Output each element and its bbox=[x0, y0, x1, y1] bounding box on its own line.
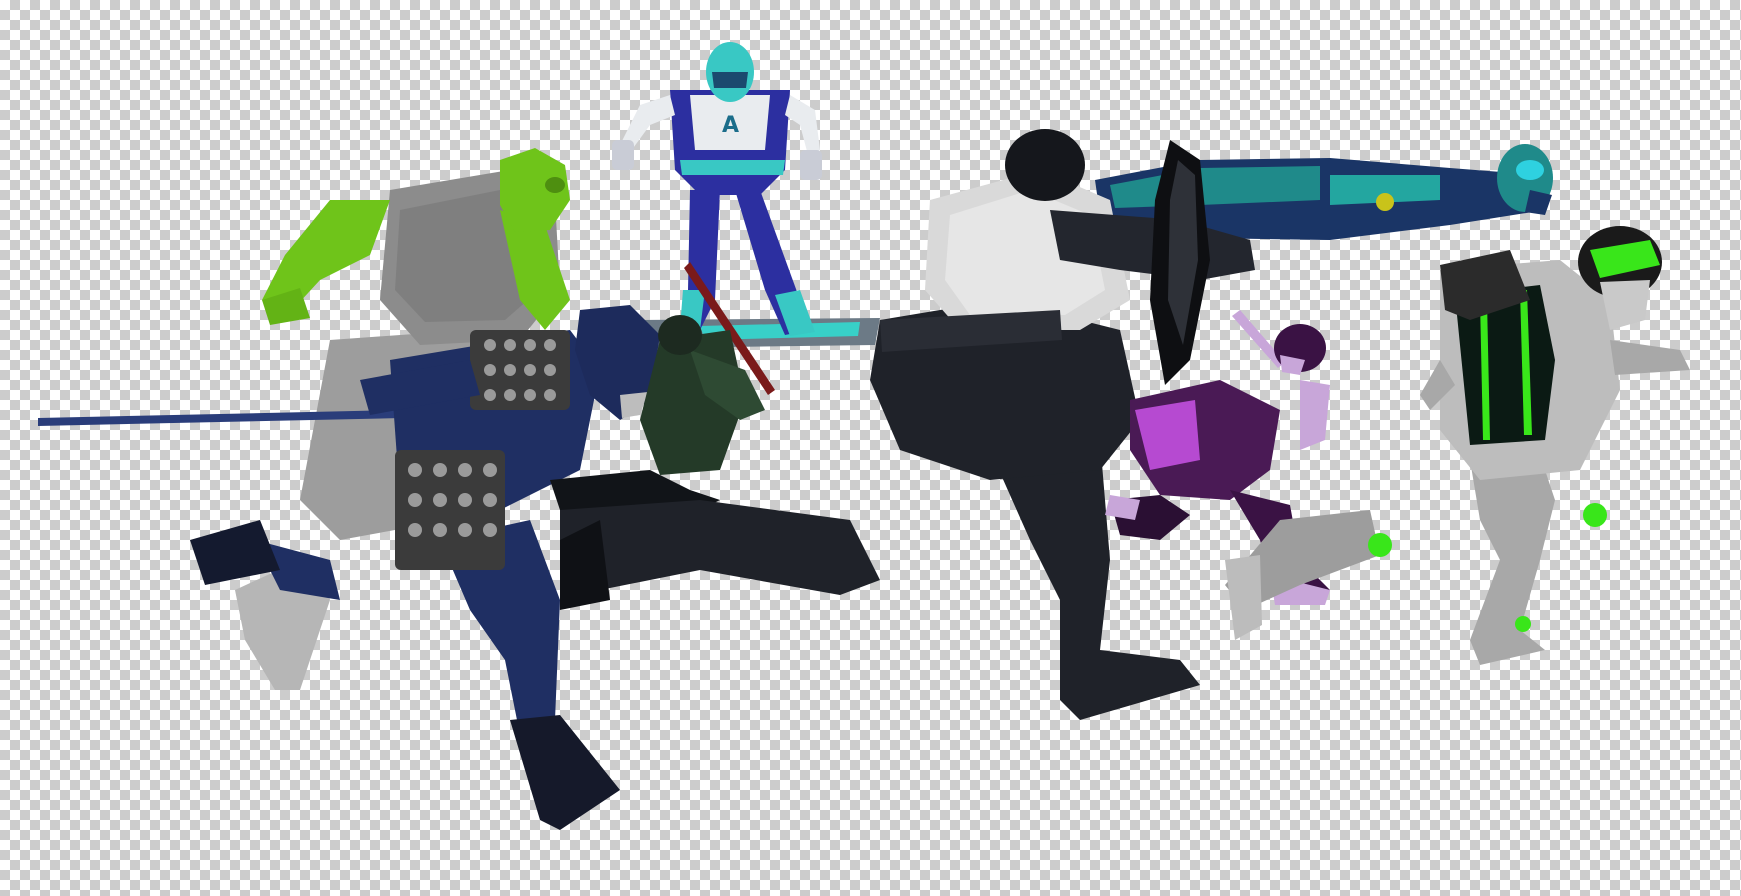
svg-text:A: A bbox=[722, 113, 739, 138]
transparent-canvas: A bbox=[0, 0, 1741, 896]
hoverboard-rider-figure: A bbox=[612, 42, 880, 348]
character-group-scene: A bbox=[38, 42, 1690, 830]
